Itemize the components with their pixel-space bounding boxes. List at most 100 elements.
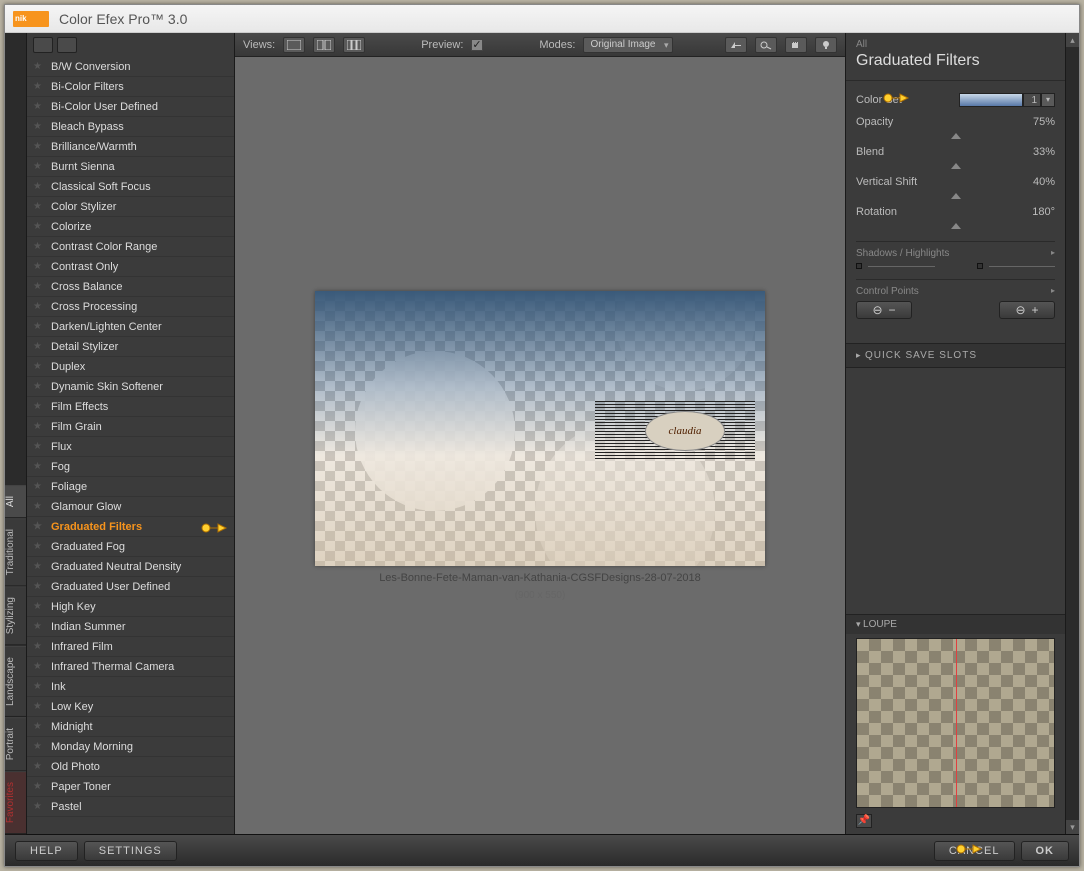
scroll-down-icon[interactable]: ▾	[1066, 820, 1079, 834]
filter-item[interactable]: ★Colorize	[27, 217, 234, 237]
star-icon[interactable]: ★	[33, 641, 45, 652]
filter-item[interactable]: ★Graduated User Defined	[27, 577, 234, 597]
star-icon[interactable]: ★	[33, 501, 45, 512]
expand-icon[interactable]: ▸	[1051, 248, 1055, 257]
filter-item[interactable]: ★Bleach Bypass	[27, 117, 234, 137]
filter-item[interactable]: ★Infrared Film	[27, 637, 234, 657]
tab-stylizing[interactable]: Stylizing	[5, 586, 26, 645]
filter-item[interactable]: ★Classical Soft Focus	[27, 177, 234, 197]
filter-item[interactable]: ★Detail Stylizer	[27, 337, 234, 357]
filter-item[interactable]: ★Duplex	[27, 357, 234, 377]
star-icon[interactable]: ★	[33, 61, 45, 72]
filter-item[interactable]: ★Midnight	[27, 717, 234, 737]
panel-scrollbar[interactable]: ▴ ▾	[1065, 33, 1079, 834]
star-icon[interactable]: ★	[33, 101, 45, 112]
filter-item[interactable]: ★Dynamic Skin Softener	[27, 377, 234, 397]
filter-item[interactable]: ★Low Key	[27, 697, 234, 717]
add-neg-cp-button[interactable]: ⊖−	[856, 301, 912, 319]
filter-item[interactable]: ★High Key	[27, 597, 234, 617]
view-split-icon[interactable]	[313, 37, 335, 53]
star-icon[interactable]: ★	[33, 401, 45, 412]
slider-handle[interactable]	[856, 223, 1055, 231]
star-icon[interactable]: ★	[33, 121, 45, 132]
quick-save-slots[interactable]: QUICK SAVE SLOTS	[846, 343, 1065, 368]
star-icon[interactable]: ★	[33, 381, 45, 392]
filter-item[interactable]: ★Fog	[27, 457, 234, 477]
filter-item[interactable]: ★Flux	[27, 437, 234, 457]
star-icon[interactable]: ★	[33, 701, 45, 712]
filter-item[interactable]: ★Contrast Only	[27, 257, 234, 277]
star-icon[interactable]: ★	[33, 181, 45, 192]
star-icon[interactable]: ★	[33, 341, 45, 352]
grid-view-icon[interactable]	[57, 37, 77, 53]
star-icon[interactable]: ★	[33, 721, 45, 732]
filter-item[interactable]: ★Indian Summer	[27, 617, 234, 637]
star-icon[interactable]: ★	[33, 141, 45, 152]
slider-handle[interactable]	[856, 133, 1055, 141]
colorset-swatch[interactable]	[959, 93, 1023, 107]
loupe-header[interactable]: LOUPE	[846, 614, 1065, 634]
filter-item[interactable]: ★Film Effects	[27, 397, 234, 417]
star-icon[interactable]: ★	[33, 461, 45, 472]
tab-all[interactable]: All	[5, 485, 26, 518]
loupe-pin-button[interactable]: 📌	[856, 814, 872, 828]
star-icon[interactable]: ★	[33, 681, 45, 692]
tab-landscape[interactable]: Landscape	[5, 646, 26, 717]
view-sidebyside-icon[interactable]	[343, 37, 365, 53]
filter-item[interactable]: ★Brilliance/Warmth	[27, 137, 234, 157]
filter-item[interactable]: ★Color Stylizer	[27, 197, 234, 217]
arrow-tool-icon[interactable]	[725, 37, 747, 53]
filter-item[interactable]: ★Film Grain	[27, 417, 234, 437]
filter-item[interactable]: ★Burnt Sienna	[27, 157, 234, 177]
star-icon[interactable]: ★	[33, 241, 45, 252]
star-icon[interactable]: ★	[33, 361, 45, 372]
star-icon[interactable]: ★	[33, 541, 45, 552]
star-icon[interactable]: ★	[33, 421, 45, 432]
star-icon[interactable]: ★	[33, 781, 45, 792]
star-icon[interactable]: ★	[33, 661, 45, 672]
filter-item[interactable]: ★Graduated Fog	[27, 537, 234, 557]
ok-button[interactable]: OK	[1021, 841, 1070, 861]
star-icon[interactable]: ★	[33, 521, 45, 532]
star-icon[interactable]: ★	[33, 221, 45, 232]
star-icon[interactable]: ★	[33, 621, 45, 632]
star-icon[interactable]: ★	[33, 281, 45, 292]
star-icon[interactable]: ★	[33, 301, 45, 312]
tab-favorites[interactable]: Favorites	[5, 771, 26, 834]
colorset-dropdown[interactable]: ▾	[1041, 93, 1055, 107]
star-icon[interactable]: ★	[33, 601, 45, 612]
filter-item[interactable]: ★Bi-Color Filters	[27, 77, 234, 97]
slider-handle[interactable]	[856, 163, 1055, 171]
modes-combo[interactable]: Original Image	[583, 37, 672, 53]
filter-item[interactable]: ★Ink	[27, 677, 234, 697]
help-button[interactable]: HELP	[15, 841, 78, 861]
filter-item[interactable]: ★Graduated Filters	[27, 517, 234, 537]
filter-item[interactable]: ★Monday Morning	[27, 737, 234, 757]
filter-item[interactable]: ★Glamour Glow	[27, 497, 234, 517]
list-view-icon[interactable]	[33, 37, 53, 53]
settings-button[interactable]: SETTINGS	[84, 841, 177, 861]
filter-item[interactable]: ★Graduated Neutral Density	[27, 557, 234, 577]
add-pos-cp-button[interactable]: ⊖+	[999, 301, 1055, 319]
star-icon[interactable]: ★	[33, 561, 45, 572]
filter-item[interactable]: ★Cross Balance	[27, 277, 234, 297]
filter-item[interactable]: ★Old Photo	[27, 757, 234, 777]
star-icon[interactable]: ★	[33, 481, 45, 492]
preview-checkbox[interactable]	[471, 39, 483, 51]
filter-item[interactable]: ★Paper Toner	[27, 777, 234, 797]
star-icon[interactable]: ★	[33, 761, 45, 772]
star-icon[interactable]: ★	[33, 321, 45, 332]
expand-icon[interactable]: ▸	[1051, 286, 1055, 295]
star-icon[interactable]: ★	[33, 261, 45, 272]
star-icon[interactable]: ★	[33, 801, 45, 812]
star-icon[interactable]: ★	[33, 161, 45, 172]
lightbulb-icon[interactable]	[815, 37, 837, 53]
scroll-up-icon[interactable]: ▴	[1066, 33, 1079, 47]
filter-item[interactable]: ★Infrared Thermal Camera	[27, 657, 234, 677]
tab-traditional[interactable]: Traditional	[5, 518, 26, 586]
filter-item[interactable]: ★Foliage	[27, 477, 234, 497]
star-icon[interactable]: ★	[33, 441, 45, 452]
star-icon[interactable]: ★	[33, 81, 45, 92]
hand-tool-icon[interactable]	[785, 37, 807, 53]
filter-list[interactable]: ★B/W Conversion★Bi-Color Filters★Bi-Colo…	[27, 57, 234, 834]
